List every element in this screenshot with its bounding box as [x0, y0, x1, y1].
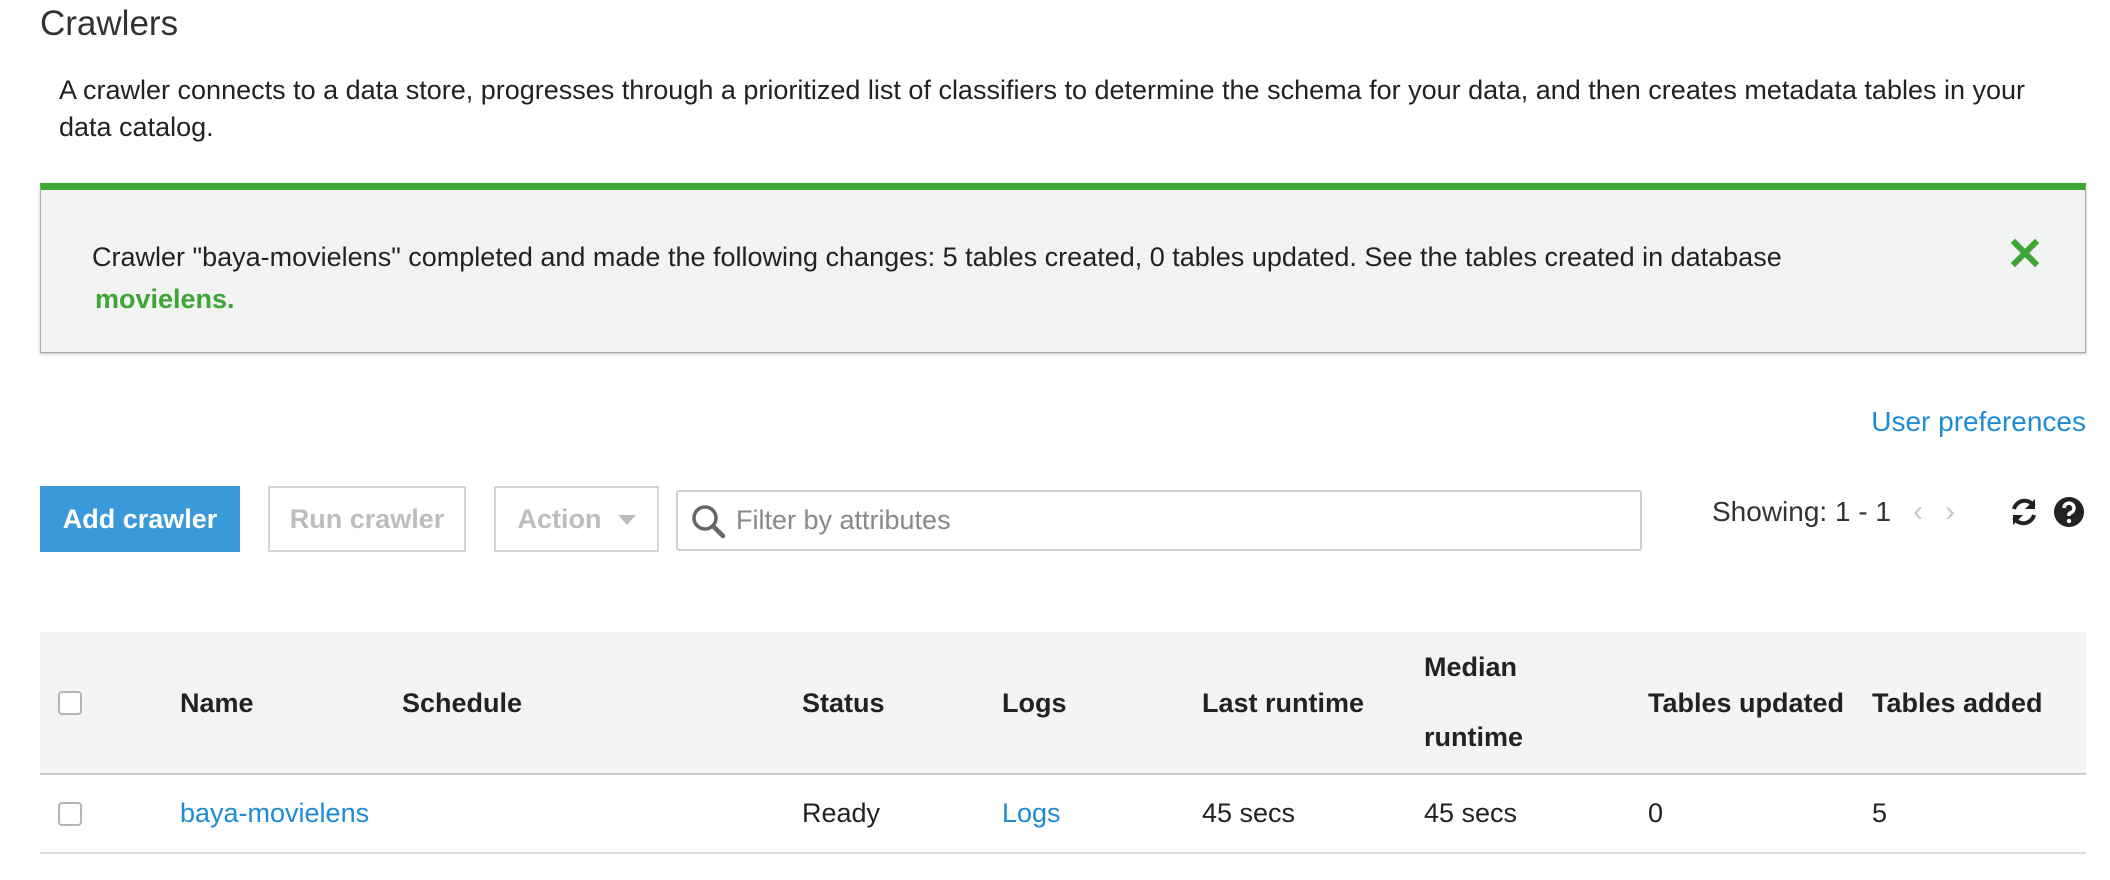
flash-message: Crawler "baya-movielens" completed and m… [92, 236, 1972, 320]
crawler-logs-link[interactable]: Logs [1002, 775, 1061, 852]
add-crawler-button[interactable]: Add crawler [40, 486, 240, 552]
column-header-median-runtime-line1: Median [1424, 652, 1518, 682]
crawlers-table: Name Schedule Status Logs Last runtime M… [40, 632, 2086, 854]
page-title: Crawlers [40, 4, 179, 43]
crawler-status: Ready [802, 798, 881, 828]
help-icon[interactable] [2053, 496, 2085, 528]
chevron-right-icon[interactable]: › [1945, 497, 1955, 527]
crawlers-page: Crawlers A crawler connects to a data st… [0, 0, 2110, 880]
column-header-status[interactable]: Status [802, 668, 885, 738]
column-header-median-runtime-line2: runtime [1424, 722, 1524, 752]
select-all-checkbox[interactable] [58, 691, 82, 715]
column-header-name[interactable]: Name [180, 668, 254, 738]
column-header-median-runtime[interactable]: Median runtime [1424, 632, 1523, 772]
crawler-tables-updated: 0 [1648, 798, 1664, 828]
database-link[interactable]: movielens. [95, 278, 235, 320]
showing-count: Showing: 1 - 1 [1712, 496, 1891, 527]
caret-down-icon [617, 515, 636, 525]
row-select-checkbox[interactable] [58, 802, 82, 826]
user-preferences-link[interactable]: User preferences [1871, 406, 2086, 438]
crawler-median-runtime: 45 secs [1424, 798, 1518, 828]
column-header-tables-added[interactable]: Tables added [1872, 668, 2043, 738]
column-header-schedule[interactable]: Schedule [402, 668, 522, 738]
chevron-left-icon[interactable]: ‹ [1913, 497, 1923, 527]
refresh-icon[interactable] [2008, 496, 2040, 528]
crawler-last-runtime: 45 secs [1202, 798, 1296, 828]
close-icon[interactable] [2010, 238, 2040, 268]
flash-message-text: Crawler "baya-movielens" completed and m… [92, 242, 1782, 272]
action-dropdown-label: Action [517, 503, 602, 534]
search-box[interactable] [676, 490, 1642, 551]
run-crawler-button[interactable]: Run crawler [268, 486, 466, 552]
action-dropdown[interactable]: Action [494, 486, 659, 552]
table-header: Name Schedule Status Logs Last runtime M… [40, 632, 2086, 775]
table-row[interactable]: baya-movielens Ready Logs 45 secs 45 sec… [40, 775, 2086, 854]
crawler-tables-added: 5 [1872, 798, 1888, 828]
search-input[interactable] [734, 504, 1618, 537]
column-header-tables-updated[interactable]: Tables updated [1648, 668, 1844, 738]
column-header-last-runtime[interactable]: Last runtime [1202, 668, 1364, 738]
pagination: Showing: 1 - 1 ‹ › [1712, 494, 1955, 530]
crawler-name-link[interactable]: baya-movielens [180, 775, 369, 852]
success-flash-banner: Crawler "baya-movielens" completed and m… [40, 183, 2086, 353]
search-icon [692, 504, 726, 538]
column-header-logs[interactable]: Logs [1002, 668, 1067, 738]
page-description: A crawler connects to a data store, prog… [59, 75, 2026, 142]
